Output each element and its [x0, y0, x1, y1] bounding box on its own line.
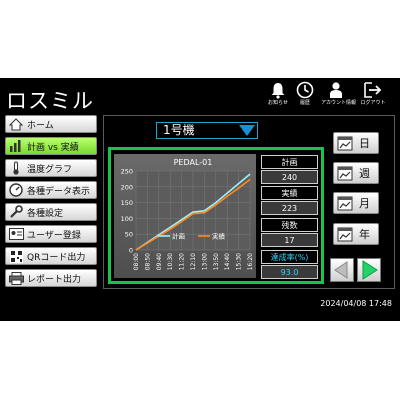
sidebar-item-qr-output[interactable]: QRコード出力 — [5, 247, 97, 265]
bar-chart-icon — [8, 139, 24, 153]
bell-icon — [271, 83, 285, 99]
home-icon — [8, 117, 24, 131]
period-week-label: 週 — [359, 167, 370, 180]
arrow-right-icon — [362, 260, 378, 280]
logout-button[interactable]: ログアウト — [358, 81, 388, 106]
plan-value: 240 — [261, 170, 318, 184]
sidebar-item-label: ユーザー登録 — [27, 230, 81, 241]
user-icon — [330, 82, 342, 98]
x-tick-label: 12:10 — [190, 253, 197, 270]
x-tick-label: 08:00 — [133, 253, 140, 270]
achievement-rate-label: 達成率(%) — [261, 250, 318, 264]
sidebar-item-report-output[interactable]: レポート出力 — [5, 269, 97, 287]
machine-select[interactable]: 1号機 — [156, 122, 258, 139]
history-button[interactable]: 履歴 — [290, 81, 320, 106]
sidebar-item-label: QRコード出力 — [27, 252, 86, 263]
wrench-icon — [8, 205, 24, 219]
sidebar-item-home[interactable]: ホーム — [5, 115, 97, 133]
sidebar-item-label: 各種データ表示 — [27, 186, 91, 197]
sidebar-item-label: 計画 vs 実績 — [27, 142, 79, 153]
x-tick-label: 13:50 — [213, 253, 220, 270]
user-card-icon — [8, 227, 24, 241]
y-tick-label: 250 — [121, 168, 133, 176]
period-month-button[interactable]: 月 — [333, 192, 379, 214]
period-day-button[interactable]: 日 — [333, 132, 379, 154]
chevron-down-icon — [239, 125, 255, 136]
actual-label: 実績 — [261, 186, 318, 200]
account-button[interactable]: アカウント情報 — [321, 81, 357, 106]
calendar-icon — [337, 227, 353, 242]
x-tick-label: 10:30 — [167, 253, 174, 270]
gauge-icon — [8, 183, 24, 197]
clock-icon — [296, 81, 314, 99]
remaining-label: 残数 — [261, 218, 318, 232]
account-label: アカウント情報 — [321, 100, 357, 106]
sidebar-item-temperature-graph[interactable]: 温度グラフ — [5, 159, 97, 177]
sidebar-item-settings[interactable]: 各種設定 — [5, 203, 97, 221]
notifications-button[interactable]: お知らせ — [263, 81, 293, 106]
x-tick-label: 14:40 — [224, 253, 231, 270]
next-button[interactable] — [357, 258, 381, 282]
plan-label: 計画 — [261, 155, 318, 169]
app-screen: ロスミル お知らせ 履歴 アカウント情報 ログアウト ホーム 計画 vs 実績 … — [0, 78, 400, 321]
chart-title: PEDAL-01 — [174, 158, 213, 167]
period-month-label: 月 — [359, 197, 370, 210]
sidebar-item-user-registration[interactable]: ユーザー登録 — [5, 225, 97, 243]
remaining-value: 17 — [261, 233, 318, 247]
sidebar-item-plan-vs-actual[interactable]: 計画 vs 実績 — [5, 137, 97, 155]
legend-label: 実績 — [212, 232, 226, 241]
logout-icon — [364, 82, 382, 98]
x-tick-label: 16:20 — [247, 253, 254, 270]
machine-select-value: 1号機 — [163, 123, 195, 137]
previous-button[interactable] — [330, 258, 354, 282]
logout-label: ログアウト — [360, 100, 386, 106]
legend-label: 計画 — [172, 232, 185, 241]
calendar-icon — [337, 166, 353, 181]
line-chart: 05010015020025008:00 08:50 09:40 10:30 11:20… — [121, 158, 254, 270]
y-tick-label: 150 — [121, 199, 133, 207]
period-day-label: 日 — [359, 137, 370, 150]
x-tick-label: 08:50 — [144, 253, 151, 270]
chart-area: 0 50 100 150 200 250 08:00 08:50 09:40 10:30 11:20… — [114, 154, 256, 278]
period-year-button[interactable]: 年 — [333, 223, 379, 245]
sidebar-item-label: レポート出力 — [27, 274, 82, 285]
x-tick-label: 09:40 — [156, 253, 163, 270]
achievement-rate-value: 93.0 — [261, 265, 318, 279]
y-tick-label: 200 — [121, 183, 133, 191]
app-title: ロスミル — [6, 89, 94, 113]
sidebar-item-label: 各種設定 — [27, 208, 64, 219]
sidebar-item-label: ホーム — [27, 120, 54, 131]
actual-value: 223 — [261, 201, 318, 215]
sidebar-item-data-display[interactable]: 各種データ表示 — [5, 181, 97, 199]
history-label: 履歴 — [299, 100, 310, 106]
printer-icon — [8, 271, 24, 285]
x-tick-label: 13:00 — [201, 253, 208, 270]
calendar-icon — [337, 196, 353, 211]
qr-code-icon — [8, 249, 24, 263]
arrow-left-icon — [334, 261, 348, 279]
x-tick-label: 11:20 — [179, 253, 186, 270]
sidebar-item-label: 温度グラフ — [27, 164, 73, 175]
x-tick-label: 15:30 — [236, 253, 243, 270]
period-year-label: 年 — [359, 228, 370, 241]
notifications-label: お知らせ — [268, 100, 288, 106]
period-week-button[interactable]: 週 — [333, 162, 379, 184]
y-tick-label: 50 — [125, 231, 133, 239]
thermometer-icon — [8, 161, 24, 175]
datetime-display: 2024/04/08 17:48 — [320, 299, 392, 308]
calendar-icon — [337, 136, 353, 151]
y-tick-label: 100 — [121, 215, 133, 223]
